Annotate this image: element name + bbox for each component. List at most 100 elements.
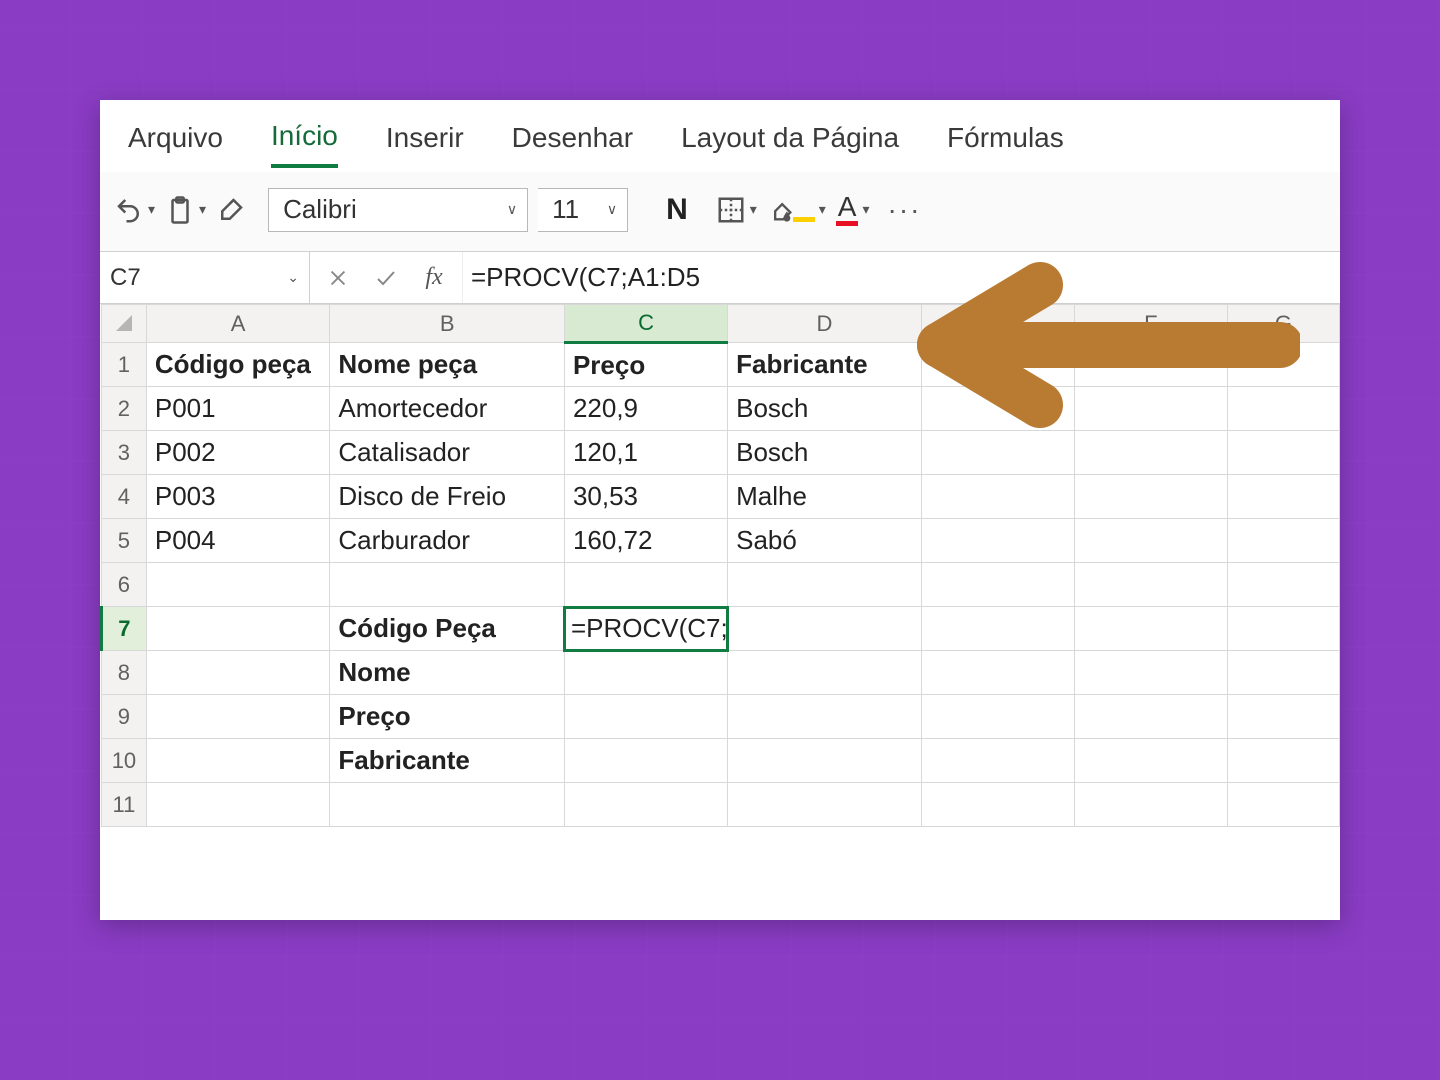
cell-G8[interactable] (1227, 651, 1339, 695)
cell-E1[interactable] (921, 343, 1074, 387)
cell-F3[interactable] (1074, 431, 1227, 475)
cell-F9[interactable] (1074, 695, 1227, 739)
cell-G3[interactable] (1227, 431, 1339, 475)
cell-B6[interactable] (330, 563, 565, 607)
cell-D1[interactable]: Fabricante (728, 343, 922, 387)
row-header-9[interactable]: 9 (102, 695, 147, 739)
cell-B11[interactable] (330, 783, 565, 827)
tab-desenhar[interactable]: Desenhar (512, 122, 633, 166)
row-header-8[interactable]: 8 (102, 651, 147, 695)
col-header-B[interactable]: B (330, 305, 565, 343)
cell-C6[interactable] (564, 563, 727, 607)
cell-G1[interactable] (1227, 343, 1339, 387)
row-header-1[interactable]: 1 (102, 343, 147, 387)
cell-F10[interactable] (1074, 739, 1227, 783)
cell-D10[interactable] (728, 739, 922, 783)
cell-E11[interactable] (921, 783, 1074, 827)
cell-B1[interactable]: Nome peça (330, 343, 565, 387)
cell-B9[interactable]: Preço (330, 695, 565, 739)
fill-color-button[interactable]: ▾ (767, 190, 826, 230)
cell-F7[interactable] (1074, 607, 1227, 651)
cell-C1[interactable]: Preço (564, 343, 727, 387)
cell-B8[interactable]: Nome (330, 651, 565, 695)
confirm-formula-button[interactable] (370, 262, 402, 294)
cell-B7[interactable]: Código Peça (330, 607, 565, 651)
row-header-11[interactable]: 11 (102, 783, 147, 827)
cell-F2[interactable] (1074, 387, 1227, 431)
cell-A6[interactable] (146, 563, 330, 607)
cell-B4[interactable]: Disco de Freio (330, 475, 565, 519)
cell-B2[interactable]: Amortecedor (330, 387, 565, 431)
spreadsheet-grid[interactable]: A B C D E F G 1 Código peça Nome peça Pr… (100, 304, 1340, 827)
cell-D9[interactable] (728, 695, 922, 739)
row-header-4[interactable]: 4 (102, 475, 147, 519)
cell-E6[interactable] (921, 563, 1074, 607)
cell-E4[interactable] (921, 475, 1074, 519)
fx-button[interactable]: fx (418, 262, 450, 294)
overflow-menu-button[interactable]: ··· (888, 194, 922, 226)
col-header-A[interactable]: A (146, 305, 330, 343)
tab-inserir[interactable]: Inserir (386, 122, 464, 166)
cell-E8[interactable] (921, 651, 1074, 695)
cell-A2[interactable]: P001 (146, 387, 330, 431)
cell-C11[interactable] (564, 783, 727, 827)
row-header-2[interactable]: 2 (102, 387, 147, 431)
cell-A8[interactable] (146, 651, 330, 695)
cell-C3[interactable]: 120,1 (564, 431, 727, 475)
font-size-select[interactable]: 11 ∨ (538, 188, 628, 232)
name-box[interactable]: C7 ⌄ (100, 252, 310, 303)
bold-button[interactable]: N (666, 190, 688, 230)
cell-F5[interactable] (1074, 519, 1227, 563)
cell-B3[interactable]: Catalisador (330, 431, 565, 475)
cell-G11[interactable] (1227, 783, 1339, 827)
cell-D7[interactable] (728, 607, 922, 651)
tab-formulas[interactable]: Fórmulas (947, 122, 1064, 166)
row-header-7[interactable]: 7 (102, 607, 147, 651)
col-header-F[interactable]: F (1074, 305, 1227, 343)
cell-C2[interactable]: 220,9 (564, 387, 727, 431)
cell-A11[interactable] (146, 783, 330, 827)
cell-A10[interactable] (146, 739, 330, 783)
cell-D8[interactable] (728, 651, 922, 695)
cell-F4[interactable] (1074, 475, 1227, 519)
col-header-G[interactable]: G (1227, 305, 1339, 343)
cell-A4[interactable]: P003 (146, 475, 330, 519)
cell-E3[interactable] (921, 431, 1074, 475)
cell-F11[interactable] (1074, 783, 1227, 827)
row-header-10[interactable]: 10 (102, 739, 147, 783)
cell-G9[interactable] (1227, 695, 1339, 739)
select-all-corner[interactable] (102, 305, 147, 343)
cell-C5[interactable]: 160,72 (564, 519, 727, 563)
row-header-3[interactable]: 3 (102, 431, 147, 475)
cell-F8[interactable] (1074, 651, 1227, 695)
cell-C4[interactable]: 30,53 (564, 475, 727, 519)
col-header-C[interactable]: C (564, 305, 727, 343)
cell-E2[interactable] (921, 387, 1074, 431)
cell-B5[interactable]: Carburador (330, 519, 565, 563)
cell-A5[interactable]: P004 (146, 519, 330, 563)
cell-E7[interactable] (921, 607, 1074, 651)
cell-E9[interactable] (921, 695, 1074, 739)
cell-D6[interactable] (728, 563, 922, 607)
cell-E5[interactable] (921, 519, 1074, 563)
formula-input[interactable]: =PROCV(C7;A1:D5 (463, 252, 1340, 303)
cell-E10[interactable] (921, 739, 1074, 783)
cell-G10[interactable] (1227, 739, 1339, 783)
cell-C7[interactable]: =PROCV(C7;A1:D5 (564, 607, 727, 651)
cell-F6[interactable] (1074, 563, 1227, 607)
cell-G4[interactable] (1227, 475, 1339, 519)
font-color-button[interactable]: A ▾ (836, 190, 870, 230)
cell-D4[interactable]: Malhe (728, 475, 922, 519)
cell-G6[interactable] (1227, 563, 1339, 607)
row-header-6[interactable]: 6 (102, 563, 147, 607)
cell-D3[interactable]: Bosch (728, 431, 922, 475)
cell-C10[interactable] (564, 739, 727, 783)
cell-G7[interactable] (1227, 607, 1339, 651)
cell-D2[interactable]: Bosch (728, 387, 922, 431)
tab-arquivo[interactable]: Arquivo (128, 122, 223, 166)
col-header-D[interactable]: D (728, 305, 922, 343)
cell-G2[interactable] (1227, 387, 1339, 431)
cell-C8[interactable] (564, 651, 727, 695)
cell-D11[interactable] (728, 783, 922, 827)
cell-D5[interactable]: Sabó (728, 519, 922, 563)
